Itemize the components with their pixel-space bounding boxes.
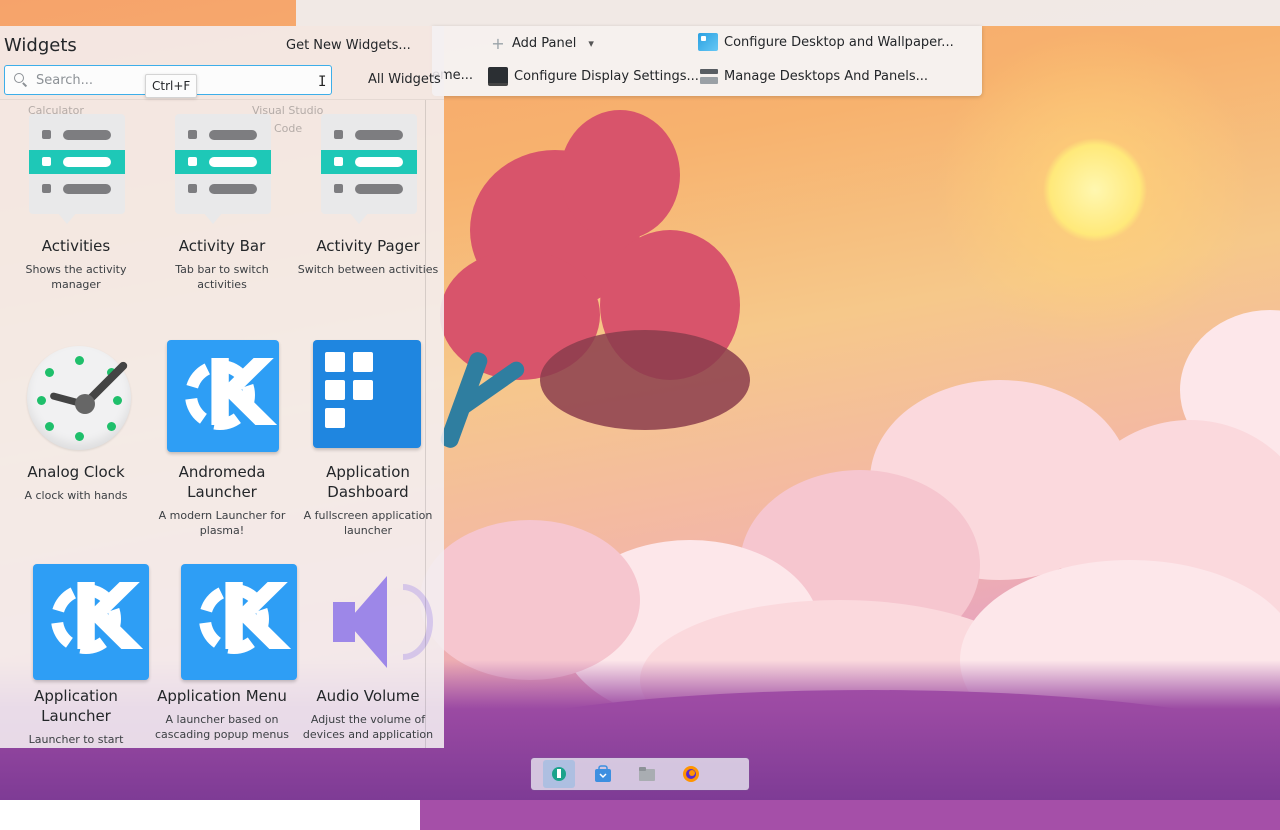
analog-clock-icon — [21, 340, 131, 450]
filter-dropdown[interactable]: All Widgets — [368, 72, 441, 87]
widget-description: A launcher based on cascading popup menu… — [154, 713, 290, 741]
widget-tile-andromeda-launcher[interactable]: K Andromeda Launcher A modern Launcher f… — [149, 340, 295, 538]
firefox-icon — [683, 766, 699, 782]
widget-name: Application Launcher — [34, 687, 118, 725]
speaker-icon — [313, 564, 433, 674]
widget-tile-analog-clock[interactable]: Analog Clock A clock with hands — [3, 340, 149, 503]
configure-display-button[interactable]: Configure Display Settings... — [488, 67, 699, 86]
wallpaper-icon — [698, 33, 718, 51]
widget-tile-application-menu[interactable]: K Application Menu A launcher based on c… — [149, 564, 297, 742]
panels-icon — [700, 67, 718, 85]
manage-desktops-button[interactable]: Manage Desktops And Panels... — [700, 67, 928, 85]
widget-description: Switch between activities — [297, 263, 439, 276]
widget-description: A fullscreen application launcher — [303, 509, 433, 537]
activities-icon — [313, 114, 423, 224]
widget-name: Activity Pager — [316, 237, 420, 255]
add-panel-label: Add Panel — [512, 36, 577, 51]
widget-name: Application Dashboard — [326, 463, 410, 501]
get-new-widgets-button[interactable]: Get New Widgets... — [286, 38, 411, 53]
widget-name: Audio Volume — [316, 687, 420, 705]
configure-desktop-button[interactable]: Configure Desktop and Wallpaper... — [698, 33, 954, 51]
widget-name: Activity Bar — [178, 237, 266, 255]
widgets-explorer-task[interactable] — [543, 760, 575, 788]
widget-description: A clock with hands — [24, 489, 128, 502]
search-tooltip: Ctrl+F — [145, 74, 198, 98]
chevron-down-icon: ▾ — [588, 37, 594, 50]
widget-tile-activity-bar[interactable]: Activity Bar Tab bar to switch activitie… — [149, 114, 295, 292]
store-task[interactable] — [591, 762, 615, 786]
widget-name: Andromeda Launcher — [178, 463, 266, 501]
kde-icon: K — [21, 564, 149, 680]
text-cursor-icon: I — [318, 74, 327, 90]
add-panel-button[interactable]: + Add Panel ▾ — [490, 34, 594, 53]
store-icon — [595, 765, 611, 782]
file-manager-task[interactable] — [635, 762, 659, 786]
manage-desktops-label: Manage Desktops And Panels... — [724, 68, 929, 84]
activities-icon — [21, 114, 131, 224]
kde-icon: K — [167, 564, 297, 680]
widget-tile-application-launcher[interactable]: K Application Launcher Launcher to start — [3, 564, 149, 747]
widget-description: Tab bar to switch activities — [175, 263, 269, 291]
taskbar-panel — [531, 758, 749, 790]
widget-description: Shows the activity manager — [25, 263, 127, 291]
widget-tile-audio-volume[interactable]: Audio Volume Adjust the volume of device… — [295, 564, 441, 742]
desktop-toolbox-strip — [296, 0, 1280, 26]
configure-desktop-label: Configure Desktop and Wallpaper... — [724, 34, 954, 50]
firefox-task[interactable] — [679, 762, 703, 786]
divider — [0, 99, 444, 100]
folder-icon — [639, 767, 655, 781]
dashboard-icon — [313, 340, 423, 450]
widget-tile-application-dashboard[interactable]: Application Dashboard A fullscreen appli… — [295, 340, 441, 538]
widget-name: Application Menu — [157, 687, 287, 705]
kde-icon: K — [167, 340, 279, 452]
widget-name: Activities — [41, 237, 111, 255]
widgets-explorer-icon — [552, 767, 566, 781]
widget-description: A modern Launcher for plasma! — [158, 509, 286, 537]
widget-description: Launcher to start — [28, 733, 124, 746]
scrollbar[interactable] — [425, 100, 426, 748]
widget-tile-activity-pager[interactable]: Activity Pager Switch between activities — [295, 114, 441, 277]
configure-display-label: Configure Display Settings... — [514, 69, 699, 84]
widgets-title: Widgets — [4, 35, 77, 56]
plus-icon: + — [491, 34, 505, 53]
widget-description: Adjust the volume of devices and applica… — [302, 713, 434, 741]
activities-icon — [167, 114, 277, 224]
monitor-icon — [488, 67, 508, 86]
widgets-explorer: Widgets Get New Widgets... I All Widgets… — [0, 26, 444, 748]
search-icon — [14, 73, 28, 87]
widget-tile-activities[interactable]: Activities Shows the activity manager — [3, 114, 149, 292]
widget-name: Analog Clock — [27, 463, 125, 481]
desktop-toolbox: + Add Panel ▾ eme... Configure Display S… — [432, 26, 982, 96]
